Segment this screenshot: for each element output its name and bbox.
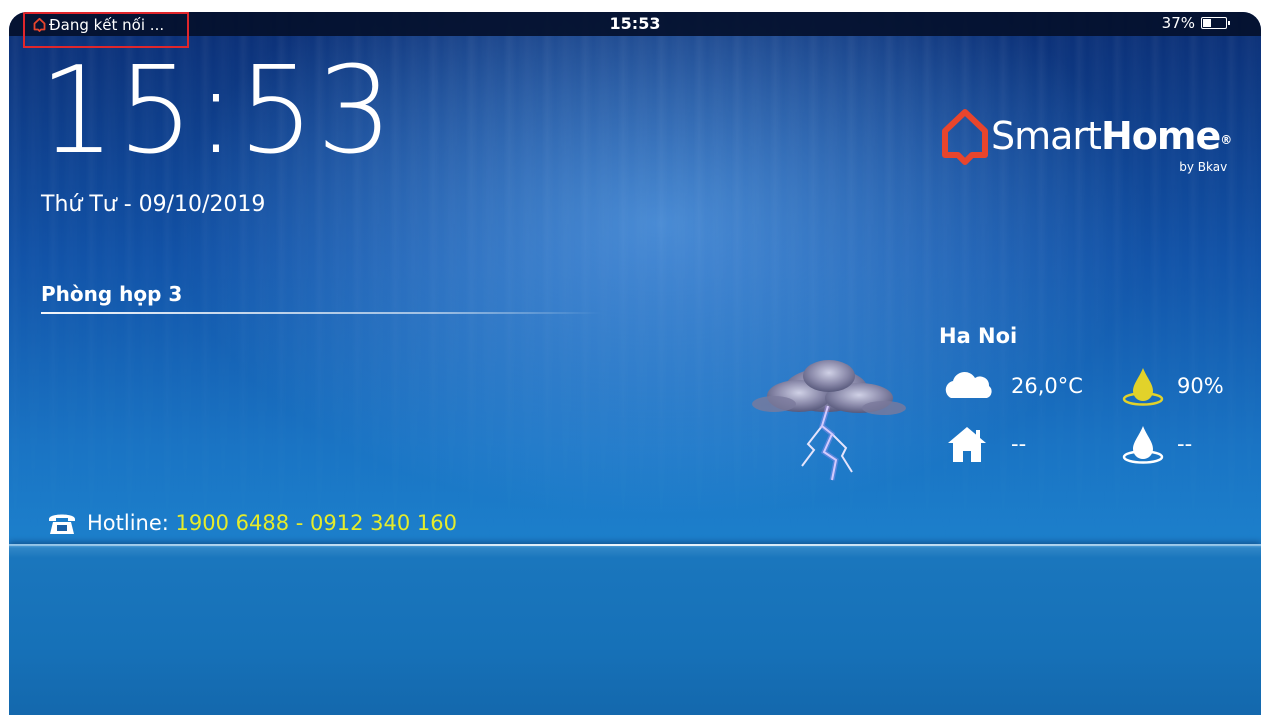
weather-city: Ha Noi bbox=[939, 324, 1018, 348]
outdoor-humidity: 90% bbox=[1121, 366, 1224, 406]
humidity-drop-yellow-icon bbox=[1122, 368, 1164, 406]
logo-brand-bold: Home bbox=[1100, 114, 1221, 158]
indoor-temperature-value: -- bbox=[1011, 432, 1027, 456]
hotline[interactable]: Hotline: 1900 6488 - 0912 340 160 bbox=[47, 510, 457, 536]
smarthome-logo: SmartHome® by Bkav bbox=[939, 107, 1232, 174]
logo-brand-light: Smart bbox=[991, 114, 1102, 158]
outdoor-temperature: 26,0°C bbox=[939, 368, 1083, 404]
battery-percent: 37% bbox=[1161, 14, 1195, 32]
cloud-icon bbox=[945, 372, 992, 398]
battery-icon bbox=[1201, 17, 1230, 29]
logo-registered: ® bbox=[1220, 133, 1232, 147]
logo-by-bkav: by Bkav bbox=[1179, 160, 1228, 174]
outdoor-temperature-value: 26,0°C bbox=[1011, 374, 1083, 398]
humidity-drop-white-icon bbox=[1122, 426, 1164, 464]
clock-date: Thứ Tư - 09/10/2019 bbox=[41, 192, 266, 217]
lock-screen: 15:53 37% Đang kết nối ... 15:53 Thứ Tư … bbox=[9, 12, 1261, 715]
clock-time: 15:53 bbox=[39, 42, 395, 181]
thunderstorm-icon bbox=[752, 360, 906, 481]
indoor-humidity: -- bbox=[1121, 424, 1192, 464]
battery-status: 37% bbox=[1161, 14, 1230, 32]
status-bar: 15:53 37% bbox=[9, 12, 1261, 36]
indoor-temperature: -- bbox=[945, 424, 1026, 464]
bottom-panel-highlight bbox=[9, 544, 1261, 546]
outdoor-humidity-value: 90% bbox=[1177, 374, 1224, 398]
hotline-label: Hotline: bbox=[87, 511, 176, 535]
hotline-numbers[interactable]: 1900 6488 - 0912 340 160 bbox=[176, 511, 457, 535]
room-divider bbox=[41, 312, 601, 314]
connection-text: Đang kết nối ... bbox=[49, 16, 165, 34]
status-time: 15:53 bbox=[609, 14, 661, 33]
battery-fill bbox=[1203, 19, 1211, 27]
smarthome-small-icon bbox=[33, 17, 46, 32]
home-icon bbox=[948, 427, 986, 462]
indoor-humidity-value: -- bbox=[1177, 432, 1193, 456]
smarthome-logo-icon bbox=[942, 109, 988, 165]
bottom-panel bbox=[9, 544, 1261, 715]
room-name[interactable]: Phòng họp 3 bbox=[41, 282, 182, 306]
phone-icon bbox=[49, 514, 75, 534]
